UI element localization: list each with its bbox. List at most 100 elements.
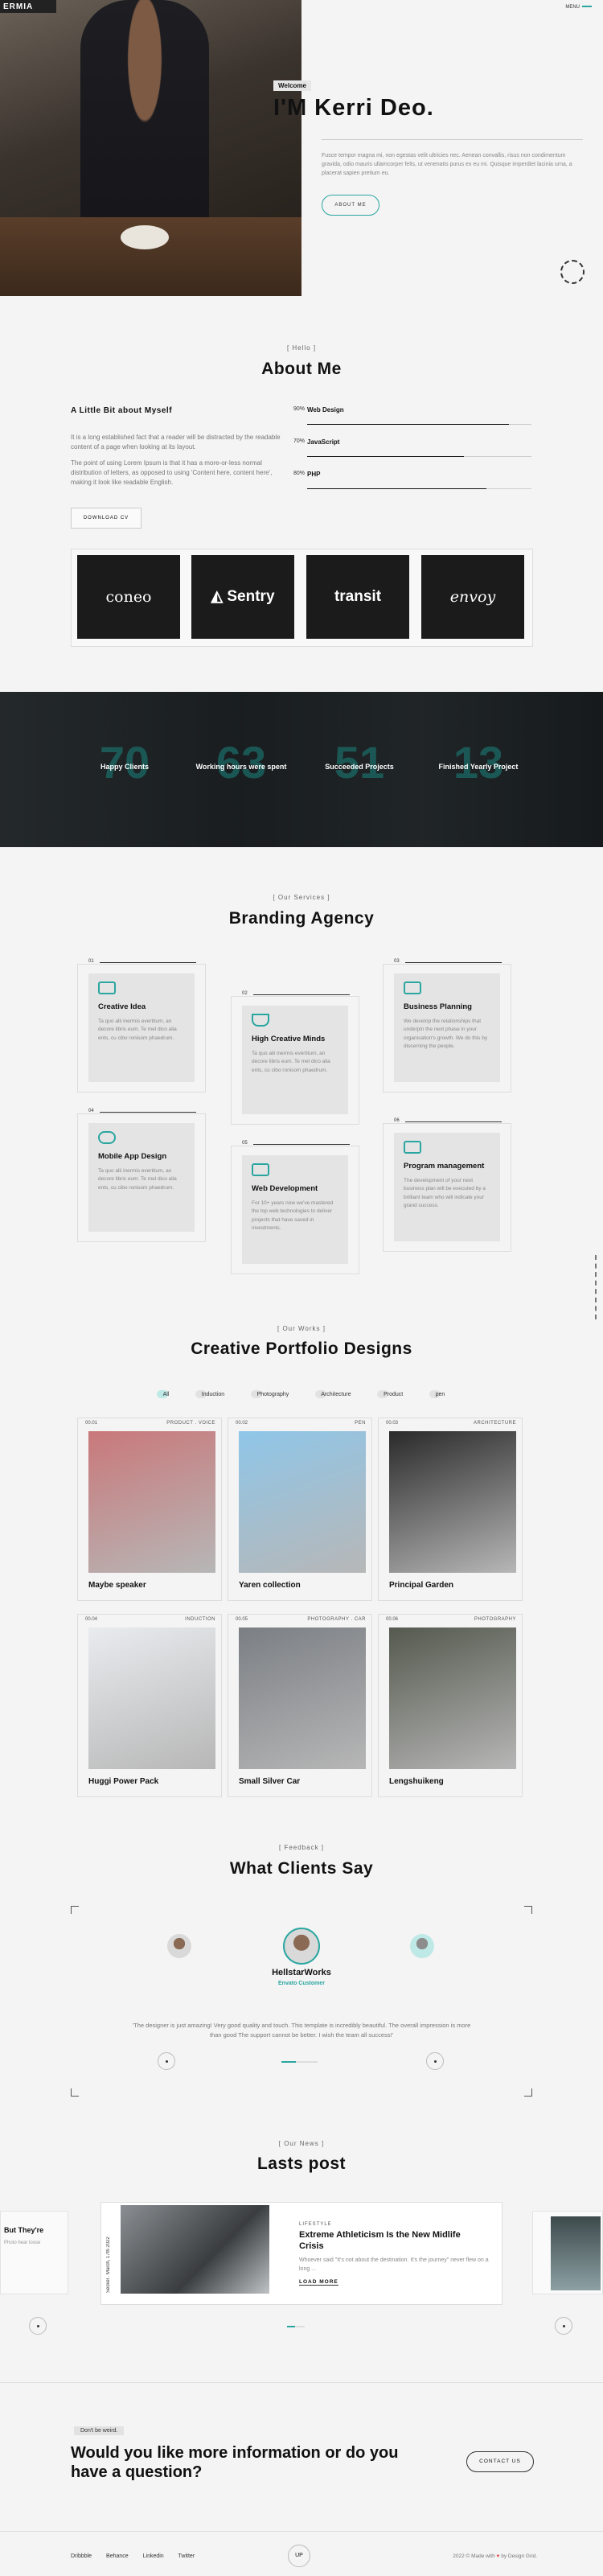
avatar-next[interactable] (410, 1934, 434, 1958)
testimonial-prev-button[interactable] (158, 2052, 175, 2070)
stat-label: Working hours were spent (195, 763, 287, 771)
filter-product[interactable]: Product (377, 1390, 403, 1399)
service-title: Program management (404, 1162, 485, 1171)
portfolio-item[interactable]: 00.03 ARCHITECTURE Principal Garden (378, 1418, 523, 1601)
download-cv-button[interactable]: DOWNLOAD CV (71, 508, 142, 529)
cta-badge: Don't be weird. (74, 2426, 125, 2435)
logo-transit[interactable]: transit (306, 555, 409, 639)
filter-architecture[interactable]: Architecture (314, 1390, 351, 1399)
filter-photography[interactable]: Photography (250, 1390, 289, 1399)
blog-prev-button[interactable] (29, 2317, 47, 2335)
logo-envoy[interactable]: envoy (421, 555, 524, 639)
work-image-kitchen (88, 1627, 215, 1769)
service-description: Ta quo alii inermis evertitum, an decore… (98, 1018, 177, 1041)
service-card[interactable]: 04 Mobile App Design Ta quo alii inermis… (77, 1109, 206, 1245)
work-category: PHOTOGRAPHY . CAR (307, 1617, 366, 1622)
work-number: 00.04 (85, 1617, 98, 1622)
menu-button[interactable]: MENU (565, 5, 592, 10)
work-title: Small Silver Car (239, 1777, 301, 1786)
service-card[interactable]: 06 Program management The development of… (383, 1118, 511, 1255)
skill-track (307, 424, 531, 425)
blog-slider-progress (287, 2326, 305, 2327)
about-eyebrow: [ Hello ] (286, 344, 317, 352)
portfolio-item[interactable]: 00.06 PHOTOGRAPHY Lengshuikeng (378, 1614, 523, 1797)
logo-coneo[interactable]: coneo (77, 555, 180, 639)
work-category: PEN (355, 1421, 366, 1426)
filter-pen[interactable]: pen (429, 1390, 445, 1399)
blog-load-more-link[interactable]: LOAD MORE (299, 2279, 338, 2286)
service-rule (405, 1121, 502, 1122)
work-category: ARCHITECTURE (473, 1421, 516, 1426)
filter-label: Induction (201, 1392, 225, 1397)
filter-label: Architecture (321, 1392, 351, 1397)
brand-logo[interactable]: ERMIA (0, 0, 56, 13)
blog-category[interactable]: LIFESTYLE (299, 2222, 332, 2227)
briefcase-icon (404, 981, 421, 994)
skill-php: 80% PHP (293, 471, 531, 503)
footer-link-behance[interactable]: Behance (106, 2553, 129, 2559)
blog-next-button[interactable] (555, 2317, 572, 2335)
blog-excerpt: Whoever said "It's not about the destina… (299, 2257, 489, 2272)
service-body: Program management The development of yo… (394, 1133, 500, 1241)
portfolio-item[interactable]: 00.04 INDUCTION Huggi Power Pack (77, 1614, 222, 1797)
side-scroll-indicator (595, 1255, 597, 1319)
blog-heading[interactable]: Extreme Athleticism Is the New Midlife C… (299, 2230, 484, 2253)
service-card[interactable]: 01 Creative Idea Ta quo alii inermis eve… (77, 959, 206, 1096)
filter-label: All (162, 1392, 170, 1397)
footer-link-twitter[interactable]: Twitter (178, 2553, 195, 2559)
service-rule (253, 1144, 350, 1145)
stat-label: Finished Yearly Project (438, 763, 519, 771)
work-number: 00.05 (236, 1617, 248, 1622)
service-card[interactable]: 02 High Creative Minds Ta quo alii inerm… (231, 991, 359, 1128)
corner-mark (524, 1906, 532, 1914)
footer-link-dribbble[interactable]: Dribbble (71, 2553, 92, 2559)
footer-link-linkedin[interactable]: Linkedin (143, 2553, 164, 2559)
work-image-speaker (88, 1431, 215, 1573)
service-card[interactable]: 03 Business Planning We develop the rela… (383, 959, 511, 1096)
blog-card-next[interactable] (532, 2211, 603, 2294)
blog-prev-title: But They're (4, 2226, 44, 2234)
flask-icon (252, 1014, 269, 1027)
service-title: High Creative Minds (252, 1035, 326, 1043)
portfolio-item[interactable]: 00.01 PRODUCT . VOICE Maybe speaker (77, 1418, 222, 1601)
testimonial-role: Envato Customer (278, 1981, 325, 1986)
filter-induction[interactable]: Induction (195, 1390, 225, 1399)
copyright-text: 2022 © Made with (453, 2553, 495, 2559)
service-body: High Creative Minds Ta quo alii inermis … (242, 1006, 348, 1114)
testimonial-next-button[interactable] (426, 2052, 444, 2070)
portfolio-eyebrow: [ Our Works ] (277, 1325, 326, 1332)
skill-web-design: 90% Web Design (293, 406, 531, 438)
services-eyebrow: [ Our Services ] (273, 894, 330, 901)
corner-mark (71, 2088, 79, 2097)
contact-us-button[interactable]: CONTACT US (466, 2451, 534, 2472)
skill-name: Web Design (307, 406, 344, 414)
stat-label: Happy Clients (100, 763, 149, 771)
blog-date: Seckel . March, 17th 2022 (106, 2237, 111, 2293)
back-to-top-button[interactable]: UP (288, 2545, 310, 2567)
about-paragraph-2: The point of using Lorem Ipsum is that i… (71, 459, 273, 486)
avatar-prev[interactable] (167, 1934, 191, 1958)
portfolio-item[interactable]: 00.02 PEN Yaren collection (228, 1418, 372, 1601)
hero-photo (0, 0, 302, 296)
filter-all[interactable]: All (157, 1390, 170, 1399)
corner-mark (71, 1906, 79, 1914)
avatar-active (283, 1928, 320, 1965)
about-me-button[interactable]: ABOUT ME (322, 195, 379, 216)
work-image-pen (239, 1431, 366, 1573)
portfolio-item[interactable]: 00.05 PHOTOGRAPHY . CAR Small Silver Car (228, 1614, 372, 1797)
logo-sentry[interactable]: ◭ Sentry (191, 555, 294, 639)
work-image-car (239, 1627, 366, 1769)
service-card[interactable]: 05 Web Development For 10+ years now we'… (231, 1141, 359, 1278)
service-description: Ta quo alii inermis evertitum, an decore… (98, 1168, 177, 1191)
services-title: Branding Agency (228, 909, 375, 928)
scroll-down-icon[interactable] (560, 260, 585, 284)
blog-card-prev[interactable]: But They're Photo hear loose (0, 2211, 68, 2294)
portfolio-filters: All Induction Photography Architecture P… (157, 1385, 467, 1399)
service-rule (100, 962, 196, 963)
testimonials-title: What Clients Say (229, 1859, 374, 1878)
service-rule (253, 994, 350, 995)
sentry-icon: ◭ (211, 588, 228, 605)
work-category: PHOTOGRAPHY (474, 1617, 516, 1622)
cta-divider (0, 2382, 603, 2383)
menu-label: MENU (565, 5, 580, 10)
